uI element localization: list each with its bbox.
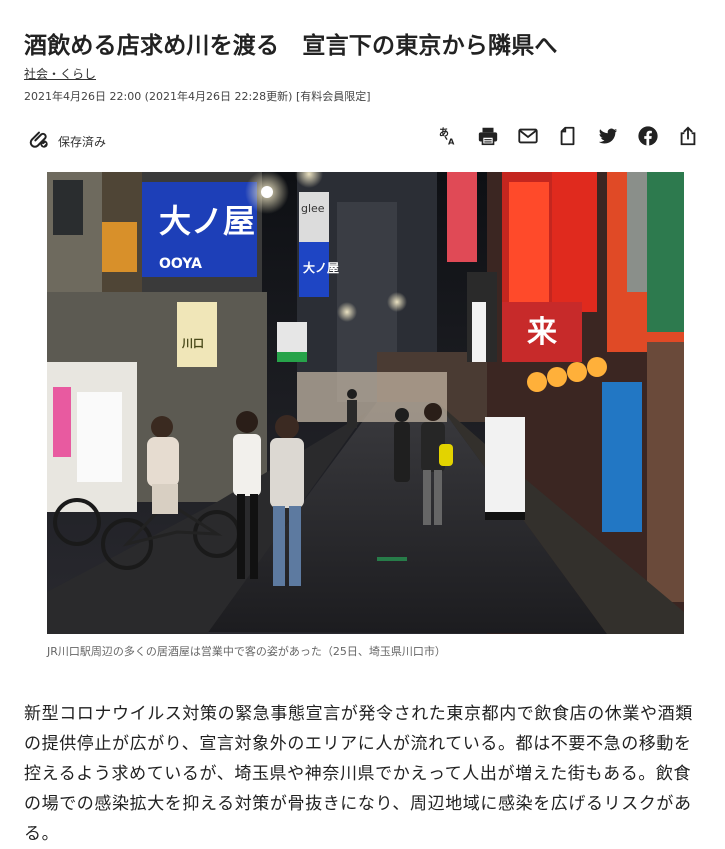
font-size-icon: あA [437, 125, 459, 151]
left-big-sign-text: 大ノ屋 [159, 202, 255, 240]
font-size-button[interactable]: あA [428, 124, 468, 152]
bookmark-button[interactable] [548, 124, 588, 152]
article-photo: 大ノ屋 OOYA 川口 glee 大ノ屋 来 [47, 172, 684, 634]
center-sign-text: 大ノ屋 [303, 260, 339, 275]
svg-text:A: A [448, 136, 455, 146]
photo-caption: JR川口駅周辺の多くの居酒屋は営業中で客の姿があった（25日、埼玉県川口市） [47, 645, 446, 658]
saved-label: 保存済み [58, 134, 107, 149]
facebook-button[interactable] [628, 124, 668, 152]
share-icon [677, 125, 699, 151]
print-icon [477, 125, 499, 151]
share-button[interactable] [668, 124, 708, 152]
right-big-sign-text: 来 [527, 315, 557, 350]
saved-button[interactable]: 保存済み [28, 128, 106, 154]
kawaguchi-banner-text: 川口 [181, 337, 204, 350]
category-link[interactable]: 社会・くらし [24, 65, 96, 82]
article-toolbar: 保存済み あA [24, 124, 708, 154]
mail-button[interactable] [508, 124, 548, 152]
twitter-button[interactable] [588, 124, 628, 152]
left-small-sign-text: OOYA [159, 256, 202, 272]
article-lead-paragraph: 新型コロナウイルス対策の緊急事態宣言が発令された東京都内で飲食店の休業や酒類の提… [24, 704, 693, 844]
mail-icon [517, 125, 539, 151]
article-meta: 2021年4月26日 22:00 (2021年4月26日 22:28更新) [有… [24, 90, 371, 103]
paperclip-icon [28, 128, 50, 154]
twitter-icon [597, 125, 619, 151]
street-scene-image: 大ノ屋 OOYA 川口 glee 大ノ屋 来 [47, 172, 684, 634]
tool-buttons: あA [428, 124, 708, 152]
tower-sign-text: glee [301, 202, 325, 215]
bookmark-icon [557, 125, 579, 151]
facebook-icon [637, 125, 659, 151]
article-headline: 酒飲める店求め川を渡る 宣言下の東京から隣県へ [24, 33, 558, 60]
print-button[interactable] [468, 124, 508, 152]
